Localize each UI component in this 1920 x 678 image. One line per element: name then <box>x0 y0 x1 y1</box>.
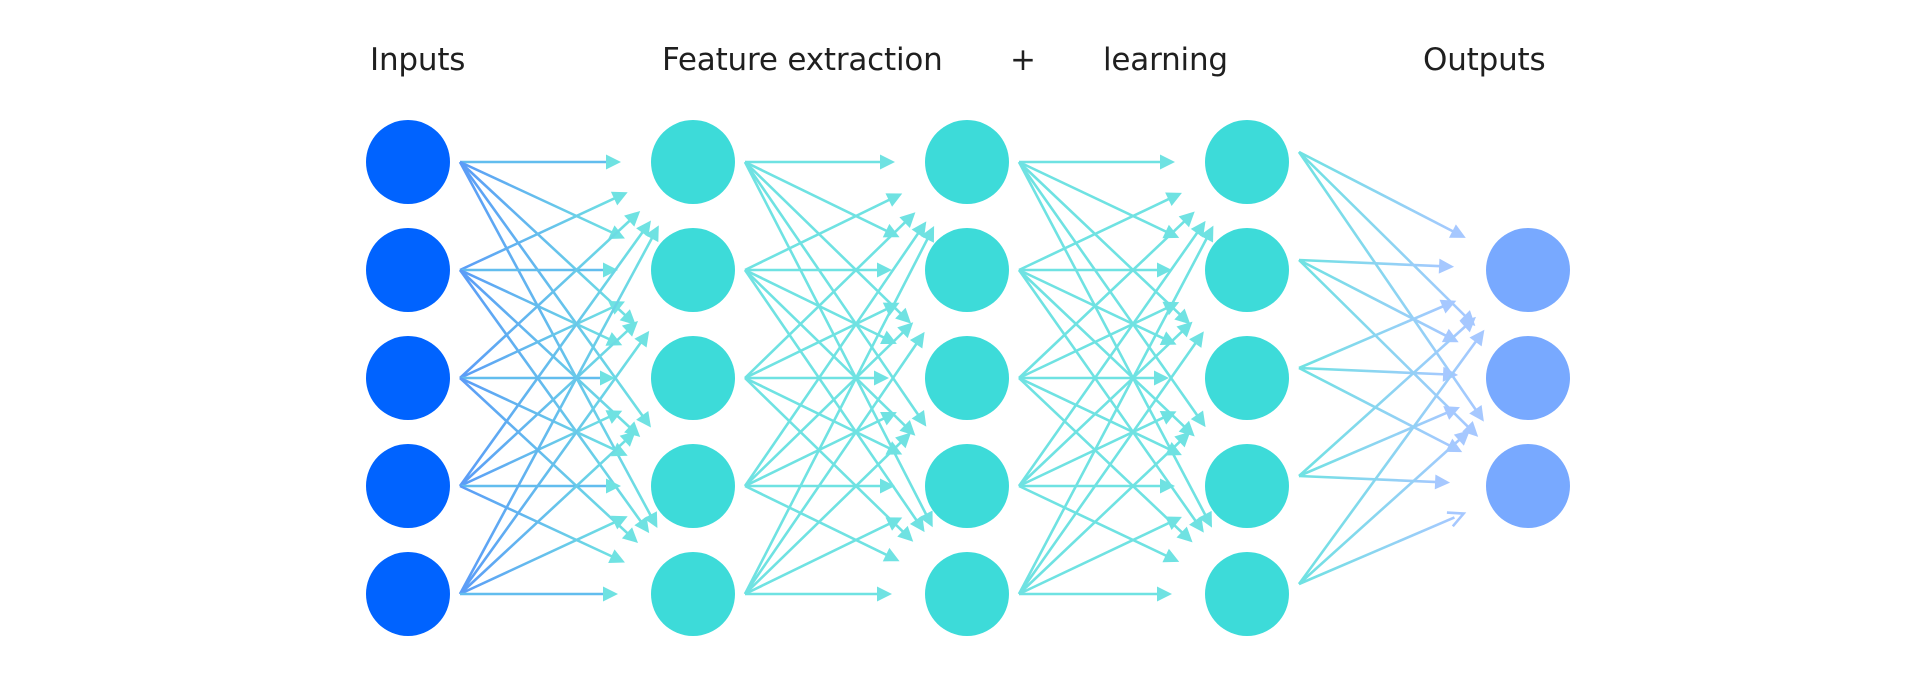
hidden-2-node-5 <box>925 552 1009 636</box>
arrowhead-icon <box>880 154 895 170</box>
arrowhead-icon <box>1438 258 1455 274</box>
arrowhead-icon <box>880 478 895 494</box>
input-node-3 <box>366 336 450 420</box>
output-node-2 <box>1486 336 1570 420</box>
input-node-5 <box>366 552 450 636</box>
arrowhead-icon <box>874 370 889 386</box>
arrowhead-icon <box>909 515 925 533</box>
hidden-3-node-2 <box>1205 228 1289 312</box>
arrowhead-icon <box>1157 586 1172 602</box>
hidden-3-node-1 <box>1205 120 1289 204</box>
arrowhead-icon <box>606 154 621 170</box>
hidden-1-node-4 <box>651 444 735 528</box>
output-node-1 <box>1486 228 1570 312</box>
edge-l0-n4-to-l1-n3 <box>459 519 620 596</box>
input-node-4 <box>366 444 450 528</box>
edge-l0-n2-to-l1-n3 <box>459 376 620 453</box>
hidden-1-node-5 <box>651 552 735 636</box>
input-node-1 <box>366 120 450 204</box>
hidden-2-node-3 <box>925 336 1009 420</box>
neural-network-diagram <box>366 120 1570 636</box>
arrowhead-icon <box>634 330 650 348</box>
hidden-2-node-2 <box>925 228 1009 312</box>
edge-l0-n2-to-l1-n1 <box>459 304 617 380</box>
edge-l0-n2-to-l1-n4 <box>459 377 632 538</box>
arrowhead-icon <box>911 409 927 427</box>
edge-l2-n3-to-l3-n1 <box>1018 327 1187 487</box>
arrowhead-icon <box>1189 516 1204 533</box>
edge-l2-n2-to-l3-n1 <box>1018 305 1171 380</box>
edge-l1-n1-to-l2-n0 <box>744 196 894 272</box>
hidden-2-node-4 <box>925 444 1009 528</box>
edge-l3-n1-to-l4-n0 <box>1298 258 1445 268</box>
output-node-3 <box>1486 444 1570 528</box>
hidden-1-node-2 <box>651 228 735 312</box>
edge-l3-n0-to-l4-n0 <box>1298 150 1458 235</box>
edge-l3-n2-to-l4-n1 <box>1298 366 1449 376</box>
hidden-3-node-4 <box>1205 444 1289 528</box>
edge-l3-n4-to-l4-n0 <box>1297 337 1480 585</box>
arrowhead-icon <box>1434 474 1451 490</box>
edge-l3-n1-to-l4-n1 <box>1298 258 1451 339</box>
arrowhead-icon <box>1189 331 1204 348</box>
hidden-1-node-1 <box>651 120 735 204</box>
edge-l1-n0-to-l2-n4 <box>743 161 930 519</box>
hidden-3-node-5 <box>1205 552 1289 636</box>
edge-l0-n0-to-l1-n1 <box>459 160 617 236</box>
arrowhead-icon <box>636 410 651 428</box>
edge-l2-n4-to-l3-n3 <box>1018 519 1174 596</box>
arrowhead-icon <box>1190 410 1206 428</box>
hidden-3-node-3 <box>1205 336 1289 420</box>
hidden-2-node-1 <box>925 120 1009 204</box>
edge-l0-n3-to-l1-n1 <box>459 326 632 487</box>
hidden-1-node-3 <box>651 336 735 420</box>
edge-l2-n0-to-l3-n1 <box>1018 160 1171 235</box>
arrowhead-icon <box>909 331 925 349</box>
edge-l1-n0-to-l2-n1 <box>744 160 892 234</box>
arrowhead-icon <box>1160 154 1175 170</box>
arrowhead-icon <box>1469 329 1485 347</box>
edge-l2-n2-to-l3-n4 <box>1018 377 1187 537</box>
edge-l1-n4-to-l2-n3 <box>744 520 894 596</box>
edge-l3-n0-to-l4-n1 <box>1298 151 1470 320</box>
input-node-2 <box>366 228 450 312</box>
arrowhead-icon <box>1469 405 1484 422</box>
arrowhead-icon <box>603 586 618 602</box>
edge-l2-n0-to-l3-n4 <box>1017 161 1209 520</box>
arrowhead-icon <box>877 586 892 602</box>
edge-l3-n4-to-l4-n1 <box>1298 435 1464 585</box>
